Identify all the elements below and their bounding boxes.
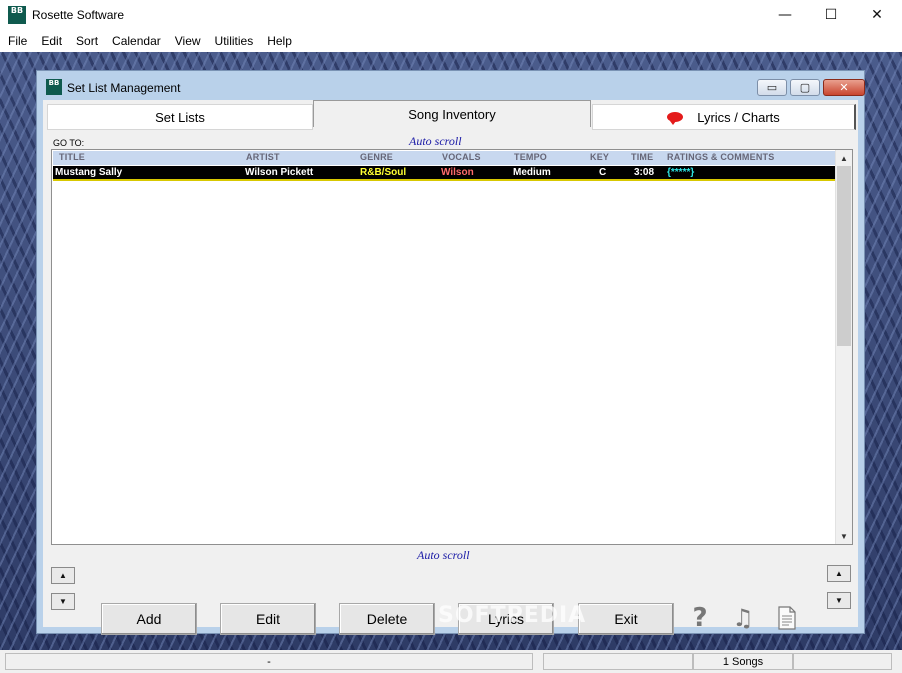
dialog-maximize-button[interactable]: ▢ (790, 79, 820, 96)
delete-button[interactable]: Delete (339, 603, 435, 635)
cell-tempo: Medium (513, 167, 551, 178)
arrow-up-icon: ▲ (835, 569, 843, 578)
minimize-button[interactable]: — (762, 0, 808, 30)
exit-button[interactable]: Exit (578, 603, 674, 635)
dialog-logo-icon: BB (46, 79, 62, 95)
col-ratings[interactable]: RATINGS & COMMENTS (667, 152, 774, 162)
move-down-button[interactable]: ▼ (51, 593, 75, 610)
document-icon[interactable] (777, 605, 797, 631)
arrow-down-icon: ▼ (59, 597, 67, 606)
col-artist[interactable]: ARTIST (246, 152, 280, 162)
menu-utilities[interactable]: Utilities (207, 34, 260, 48)
speech-bubble-icon (667, 112, 684, 125)
cell-vocals: Wilson (441, 167, 474, 178)
tab-label: Set Lists (155, 109, 205, 125)
song-list[interactable]: TITLE ARTIST GENRE VOCALS TEMPO KEY TIME… (51, 149, 853, 545)
tab-song-inventory[interactable]: Song Inventory (313, 100, 591, 127)
set-list-dialog: BB Set List Management ▭ ▢ ✕ Set Lists S… (36, 70, 865, 635)
cell-genre: R&B/Soul (360, 167, 407, 178)
col-vocals[interactable]: VOCALS (442, 152, 481, 162)
menu-file[interactable]: File (0, 34, 33, 48)
status-panel-1: - (5, 653, 533, 670)
dialog-close-button[interactable]: ✕ (823, 79, 865, 96)
app-titlebar: BB Rosette Software — ☐ ✕ (0, 0, 902, 30)
scroll-up-icon[interactable]: ▲ (836, 150, 852, 166)
status-bar: - 1 Songs (0, 650, 902, 673)
scroll-down-icon[interactable]: ▼ (836, 528, 852, 544)
close-button[interactable]: ✕ (854, 0, 900, 30)
tab-label: Song Inventory (408, 106, 496, 122)
maximize-button[interactable]: ☐ (808, 0, 854, 30)
col-tempo[interactable]: TEMPO (514, 152, 547, 162)
app-logo-icon: BB (8, 6, 26, 24)
table-row[interactable]: Mustang Sally Wilson Pickett R&B/Soul Wi… (53, 166, 836, 181)
add-button[interactable]: Add (101, 603, 197, 635)
arrow-up-icon: ▲ (59, 571, 67, 580)
list-scrollbar[interactable]: ▲ ▼ (835, 150, 852, 544)
cell-title: Mustang Sally (55, 167, 123, 178)
arrow-down-icon: ▼ (835, 596, 843, 605)
dialog-body: Set Lists Song Inventory Lyrics / Charts… (43, 100, 858, 635)
col-key[interactable]: KEY (590, 152, 609, 162)
menu-view[interactable]: View (167, 34, 207, 48)
autoscroll-top[interactable]: Auto scroll (409, 134, 462, 149)
status-song-count: 1 Songs (693, 653, 793, 670)
col-title[interactable]: TITLE (59, 152, 85, 162)
goto-label: GO TO: (53, 138, 85, 148)
status-panel-4 (793, 653, 892, 670)
page-up-button[interactable]: ▲ (827, 565, 851, 582)
scroll-thumb[interactable] (837, 166, 851, 346)
cell-artist: Wilson Pickett (245, 167, 314, 178)
cell-time: 3:08 (634, 167, 655, 178)
cell-rating: {*****} (667, 167, 695, 178)
dialog-title: Set List Management (67, 81, 181, 95)
move-up-button[interactable]: ▲ (51, 567, 75, 584)
col-time[interactable]: TIME (631, 152, 653, 162)
dialog-minimize-button[interactable]: ▭ (757, 79, 787, 96)
list-header: TITLE ARTIST GENRE VOCALS TEMPO KEY TIME… (53, 151, 836, 165)
autoscroll-bottom[interactable]: Auto scroll (417, 548, 470, 563)
edit-button[interactable]: Edit (220, 603, 316, 635)
menu-bar: File Edit Sort Calendar View Utilities H… (0, 30, 902, 52)
tab-label: Lyrics / Charts (697, 109, 780, 125)
app-title: Rosette Software (32, 8, 125, 22)
dialog-titlebar[interactable]: BB Set List Management ▭ ▢ ✕ (37, 71, 865, 101)
menu-sort[interactable]: Sort (68, 34, 104, 48)
menu-calendar[interactable]: Calendar (104, 34, 167, 48)
cell-key: C (599, 167, 607, 178)
tab-lyrics-charts[interactable]: Lyrics / Charts (592, 104, 856, 130)
lyrics-button[interactable]: Lyrics (458, 603, 554, 635)
status-panel-2 (543, 653, 693, 670)
help-icon[interactable]: ? (689, 603, 711, 633)
menu-help[interactable]: Help (259, 34, 298, 48)
tab-set-lists[interactable]: Set Lists (47, 104, 313, 130)
menu-edit[interactable]: Edit (33, 34, 68, 48)
col-genre[interactable]: GENRE (360, 152, 393, 162)
music-note-icon[interactable]: ♫ (731, 604, 755, 632)
page-down-button[interactable]: ▼ (827, 592, 851, 609)
